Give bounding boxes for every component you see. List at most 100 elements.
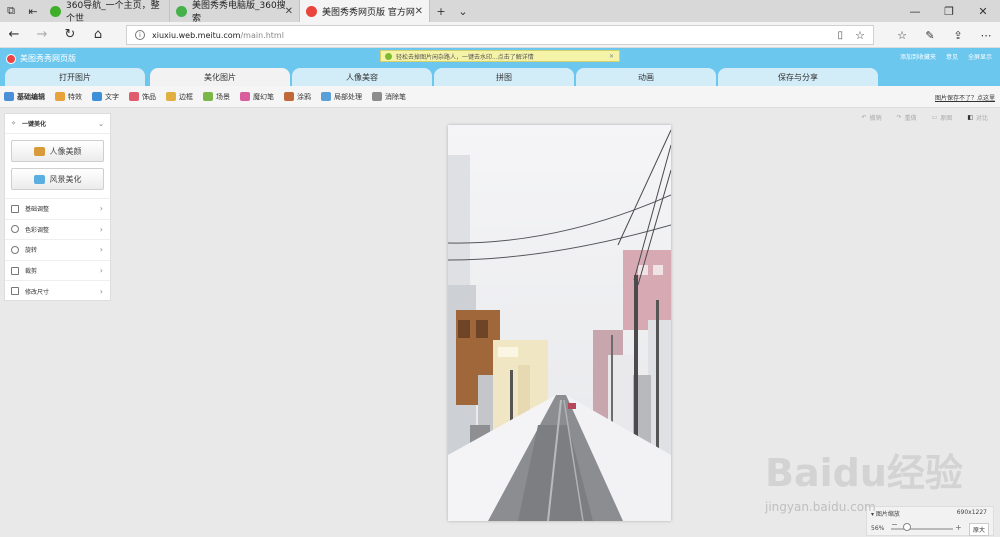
tab-favicon-icon xyxy=(176,5,187,17)
close-window-icon[interactable]: ✕ xyxy=(966,0,1000,22)
more-icon[interactable]: ⋯ xyxy=(972,22,1000,48)
scenery-icon xyxy=(33,174,45,184)
portrait-beautify-button[interactable]: 人像美颜 xyxy=(11,140,104,162)
tab-title: 美图秀秀电脑版_360搜索 xyxy=(192,1,286,24)
palette-icon xyxy=(11,225,19,234)
notice-icon xyxy=(385,52,392,60)
tool-doodle[interactable]: 涂鸦 xyxy=(284,92,311,102)
address-bar: ← → ↻ ⌂ i xiuxiu.web.meitu.com /main.htm… xyxy=(0,22,1000,48)
close-tab-icon[interactable]: ✕ xyxy=(415,6,423,17)
compare-button[interactable]: ◧ 对比 xyxy=(964,111,994,123)
pen-icon[interactable]: ✎ xyxy=(916,22,944,48)
browser-tab-2[interactable]: 美图秀秀电脑版_360搜索 ✕ xyxy=(170,0,300,24)
tab-open-image[interactable]: 打开图片 xyxy=(5,68,145,86)
original-button[interactable]: ▭ 原图 xyxy=(929,111,959,123)
effects-icon xyxy=(55,92,65,101)
magic-wand-icon: ✧ xyxy=(11,120,17,127)
chevron-right-icon: › xyxy=(99,204,103,214)
panel-item-basic-adjust[interactable]: 基础调整 › xyxy=(5,198,110,219)
resize-icon xyxy=(11,287,19,296)
rotate-icon xyxy=(11,245,19,254)
tab-animation[interactable]: 动画 xyxy=(576,68,716,86)
panel-item-rotate[interactable]: 旋转 › xyxy=(5,239,110,260)
tool-local-process[interactable]: 局部处理 xyxy=(321,92,362,102)
panel-title: 一键美化 xyxy=(22,121,47,128)
magic-pen-icon xyxy=(240,92,250,101)
reading-view-icon[interactable]: ▯ xyxy=(837,30,843,41)
browser-tab-1[interactable]: 360导航_一个主页，整个世 xyxy=(44,0,170,24)
watermark-brand: Baidu经验 xyxy=(765,451,963,495)
header-links: 添加到收藏夹 意见 全屏显示 xyxy=(900,52,992,61)
original-size-button[interactable]: 原大 xyxy=(968,523,989,536)
new-tab-icon[interactable]: + xyxy=(430,0,452,22)
app-tabs: 打开图片 美化图片 人像美容 拼图 动画 保存与分享 xyxy=(0,68,1000,86)
tool-scene[interactable]: 场景 xyxy=(203,92,230,102)
home-icon[interactable]: ⌂ xyxy=(84,22,112,48)
logo-text: 美图秀秀网页版 xyxy=(20,54,76,63)
panel-header[interactable]: ✧ 一键美化 ⌄ xyxy=(5,114,110,134)
refresh-icon[interactable]: ↻ xyxy=(56,22,84,48)
crop-icon xyxy=(11,266,19,275)
redo-button[interactable]: ↷ 重做 xyxy=(894,111,923,123)
zoom-panel: ▾ 图片缩放 690x1227 56% − + 原大 xyxy=(866,506,994,536)
chevron-down-icon[interactable]: ⌄ xyxy=(98,120,104,128)
tab-beautify[interactable]: 美化图片 xyxy=(150,68,290,86)
panel-item-crop[interactable]: 裁剪 › xyxy=(5,259,110,281)
tab-favicon-icon xyxy=(50,5,61,17)
app-logo[interactable]: 美图秀秀网页版 xyxy=(6,53,76,64)
share-icon[interactable]: ⇪ xyxy=(944,22,972,48)
canvas-controls: ↶ 撤销 ↷ 重做 ▭ 原图 ◧ 对比 xyxy=(859,111,994,123)
minimize-icon[interactable]: — xyxy=(898,0,932,22)
panel-item-resize[interactable]: 修改尺寸 › xyxy=(5,280,110,301)
tool-decorations[interactable]: 饰品 xyxy=(129,92,156,102)
info-icon[interactable]: i xyxy=(135,30,145,40)
favorite-star-icon[interactable]: ☆ xyxy=(855,29,865,42)
tab-list-chevron-icon[interactable]: ⌄ xyxy=(452,0,474,22)
set-aside-tabs-icon[interactable]: ⇤ xyxy=(22,0,44,22)
tool-eraser[interactable]: 消除笔 xyxy=(372,92,406,102)
eraser-icon xyxy=(372,92,382,101)
tool-text[interactable]: 文字 xyxy=(92,92,119,102)
url-host: xiuxiu.web.meitu.com xyxy=(152,30,241,40)
feedback-link[interactable]: 意见 xyxy=(946,52,958,61)
text-icon xyxy=(92,92,102,101)
zoom-slider-handle[interactable] xyxy=(903,523,911,531)
maximize-icon[interactable]: ❐ xyxy=(932,0,966,22)
add-favorite-link[interactable]: 添加到收藏夹 xyxy=(900,52,936,61)
tool-basic-edit[interactable]: 基础编辑 xyxy=(4,92,45,102)
chevron-right-icon: › xyxy=(99,266,103,276)
portrait-icon xyxy=(33,146,45,156)
url-field[interactable]: i xiuxiu.web.meitu.com /main.html ▯ ☆ xyxy=(126,25,874,45)
tab-actions-icon[interactable]: ⧉ xyxy=(0,0,22,22)
zoom-in-icon[interactable]: + xyxy=(955,523,962,532)
favorites-hub-icon[interactable]: ☆ xyxy=(888,22,916,48)
save-help-link[interactable]: 图片保存不了？点这里 xyxy=(935,93,995,102)
tool-magic-pen[interactable]: 魔幻笔 xyxy=(240,92,274,102)
close-tab-icon[interactable]: ✕ xyxy=(285,6,293,17)
scene-icon xyxy=(203,92,213,101)
tool-frame[interactable]: 边框 xyxy=(166,92,193,102)
edited-photo[interactable] xyxy=(448,125,671,521)
tab-save-share[interactable]: 保存与分享 xyxy=(718,68,878,86)
browser-tab-3[interactable]: 美图秀秀网页版 官方网 ✕ xyxy=(300,0,430,22)
tab-collage[interactable]: 拼图 xyxy=(434,68,574,86)
back-icon[interactable]: ← xyxy=(0,22,28,48)
tab-portrait[interactable]: 人像美容 xyxy=(292,68,432,86)
zoom-label: ▾ 图片缩放 xyxy=(871,511,900,518)
sliders-icon xyxy=(11,204,19,213)
scenery-beautify-button[interactable]: 风景美化 xyxy=(11,168,104,190)
doodle-icon xyxy=(284,92,294,101)
fullscreen-link[interactable]: 全屏显示 xyxy=(968,52,992,61)
panel-item-color-adjust[interactable]: 色彩调整 › xyxy=(5,218,110,240)
undo-button[interactable]: ↶ 撤销 xyxy=(859,111,888,123)
watermark-url: jingyan.baidu.com xyxy=(765,500,876,514)
zoom-slider[interactable] xyxy=(891,528,953,530)
chevron-right-icon: › xyxy=(99,286,103,296)
tab-title: 360导航_一个主页，整个世 xyxy=(66,1,160,24)
tool-effects[interactable]: 特效 xyxy=(55,92,82,102)
forward-icon[interactable]: → xyxy=(28,22,56,48)
browser-tab-strip: ⧉ ⇤ 360导航_一个主页，整个世 美图秀秀电脑版_360搜索 ✕ 美图秀秀网… xyxy=(0,0,1000,24)
snowy-street-photo xyxy=(448,125,671,521)
notice-banner[interactable]: 轻松去掉图片闲杂路人，一键去水印...点击了解详情 ✕ xyxy=(380,50,620,62)
close-notice-icon[interactable]: ✕ xyxy=(609,53,614,60)
